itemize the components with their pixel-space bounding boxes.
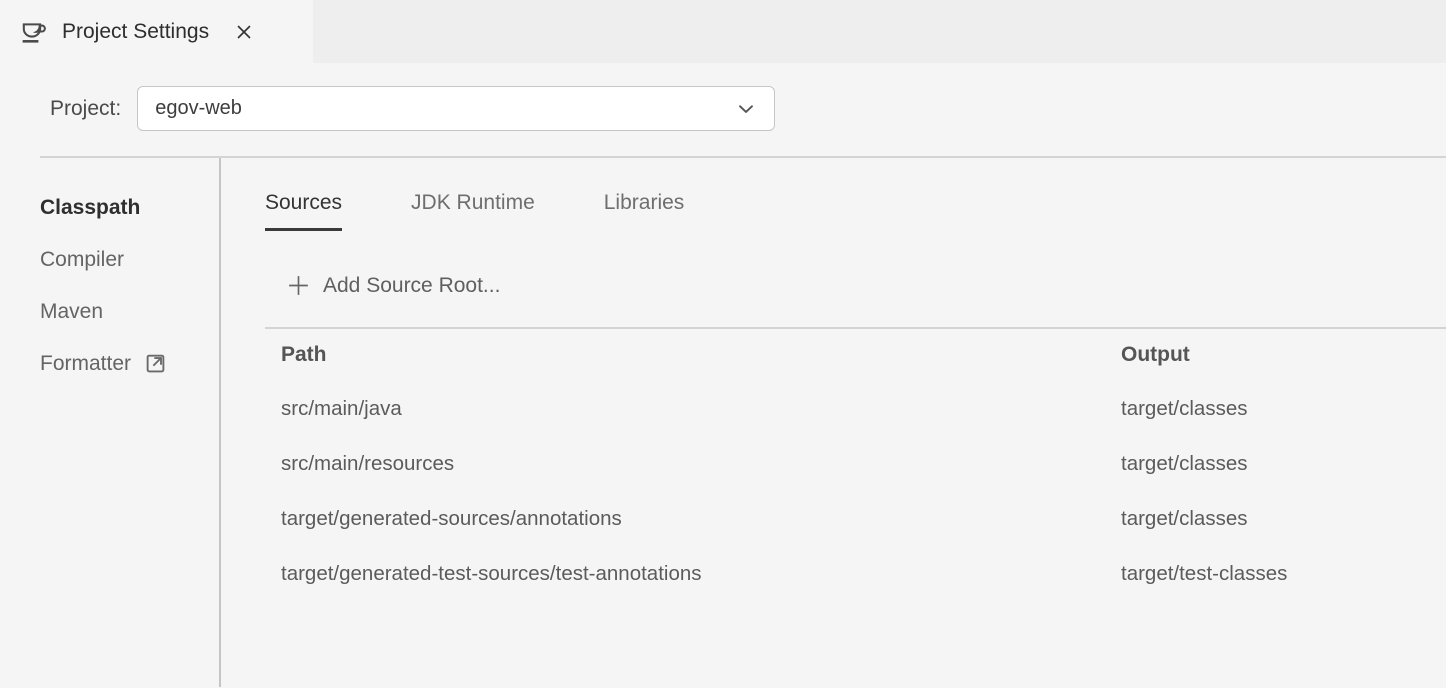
- close-icon[interactable]: [233, 21, 255, 43]
- table-row[interactable]: target/generated-sources/annotations tar…: [265, 491, 1446, 546]
- tab-title: Project Settings: [62, 20, 209, 44]
- java-cup-icon: [18, 16, 49, 47]
- sidebar-item-formatter[interactable]: Formatter: [40, 351, 168, 376]
- column-header-output: Output: [1105, 343, 1446, 367]
- project-label: Project:: [50, 97, 121, 121]
- chevron-down-icon: [733, 96, 759, 122]
- sidebar-item-label: Maven: [40, 299, 103, 324]
- table-row[interactable]: src/main/java target/classes: [265, 381, 1446, 436]
- tab-sources[interactable]: Sources: [265, 191, 342, 231]
- sidebar-item-label: Formatter: [40, 351, 131, 376]
- classpath-panel: Sources JDK Runtime Libraries Add Source…: [221, 158, 1446, 687]
- tab-libraries[interactable]: Libraries: [604, 191, 685, 231]
- sidebar-item-classpath[interactable]: Classpath: [40, 195, 140, 220]
- output-cell: target/classes: [1105, 452, 1446, 476]
- path-cell: target/generated-test-sources/test-annot…: [265, 562, 1105, 586]
- settings-main: Classpath Compiler Maven Formatter Sourc…: [0, 158, 1446, 687]
- editor-tab-bar: Project Settings: [0, 0, 1446, 63]
- path-cell: target/generated-sources/annotations: [265, 507, 1105, 531]
- sidebar-item-compiler[interactable]: Compiler: [40, 247, 124, 272]
- add-source-root-label: Add Source Root...: [323, 274, 500, 298]
- panel-tabs: Sources JDK Runtime Libraries: [265, 191, 1446, 231]
- sidebar-item-label: Compiler: [40, 247, 124, 272]
- sidebar-item-maven[interactable]: Maven: [40, 299, 103, 324]
- project-selector-row: Project: egov-web: [50, 86, 1446, 131]
- project-select-value: egov-web: [155, 97, 242, 120]
- tab-jdk-runtime[interactable]: JDK Runtime: [411, 191, 535, 231]
- plus-icon: [285, 272, 312, 299]
- table-header-row: Path Output: [265, 329, 1446, 381]
- output-cell: target/classes: [1105, 397, 1446, 421]
- project-select[interactable]: egov-web: [137, 86, 775, 131]
- table-row[interactable]: target/generated-test-sources/test-annot…: [265, 546, 1446, 601]
- project-settings-tab[interactable]: Project Settings: [0, 0, 313, 63]
- external-link-icon: [143, 351, 168, 376]
- table-row[interactable]: src/main/resources target/classes: [265, 436, 1446, 491]
- column-header-path: Path: [265, 343, 1105, 367]
- output-cell: target/test-classes: [1105, 562, 1446, 586]
- path-cell: src/main/java: [265, 397, 1105, 421]
- settings-sidebar: Classpath Compiler Maven Formatter: [0, 158, 219, 687]
- sidebar-item-label: Classpath: [40, 195, 140, 220]
- path-cell: src/main/resources: [265, 452, 1105, 476]
- output-cell: target/classes: [1105, 507, 1446, 531]
- add-source-root-button[interactable]: Add Source Root...: [285, 272, 500, 299]
